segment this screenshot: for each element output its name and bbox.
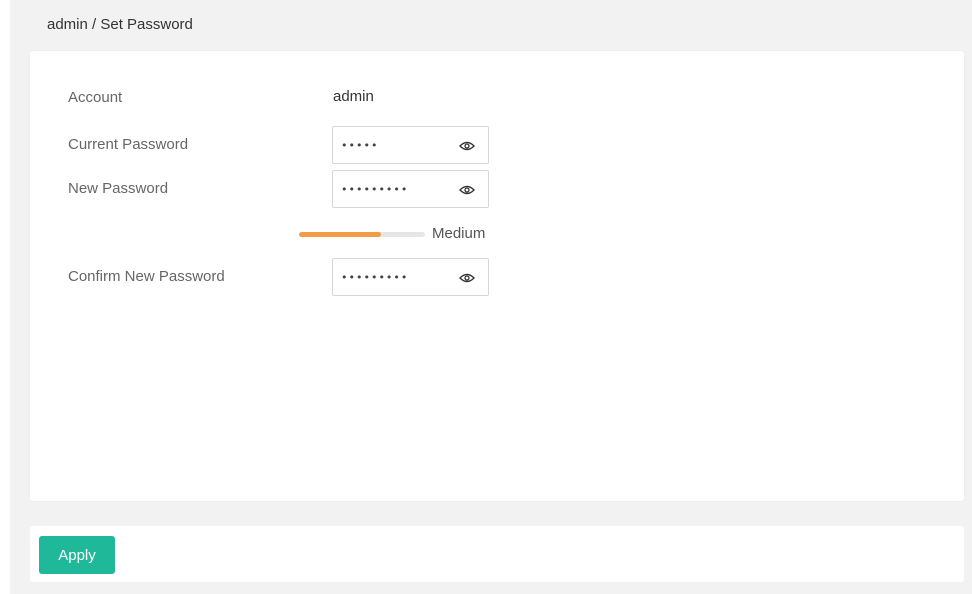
password-strength-meter bbox=[299, 232, 425, 237]
account-label: Account bbox=[68, 89, 123, 106]
new-password-field[interactable] bbox=[332, 170, 489, 208]
account-value: admin bbox=[333, 88, 374, 105]
password-strength-label: Medium bbox=[432, 225, 486, 242]
confirm-password-label: Confirm New Password bbox=[68, 268, 225, 285]
breadcrumb: admin / Set Password bbox=[47, 16, 193, 33]
confirm-password-field[interactable] bbox=[332, 258, 489, 296]
eye-icon[interactable] bbox=[459, 185, 475, 195]
eye-icon[interactable] bbox=[459, 141, 475, 151]
password-strength-fill bbox=[299, 232, 381, 237]
new-password-input[interactable] bbox=[341, 179, 451, 199]
set-password-page: admin / Set Password Account admin Curre… bbox=[0, 0, 972, 594]
current-password-label: Current Password bbox=[68, 136, 189, 153]
eye-icon[interactable] bbox=[459, 273, 475, 283]
current-password-field[interactable] bbox=[332, 126, 489, 164]
current-password-input[interactable] bbox=[341, 135, 451, 155]
confirm-password-input[interactable] bbox=[341, 267, 451, 287]
new-password-label: New Password bbox=[68, 180, 169, 197]
form-footer: Apply bbox=[30, 526, 964, 582]
apply-button[interactable]: Apply bbox=[39, 536, 115, 574]
